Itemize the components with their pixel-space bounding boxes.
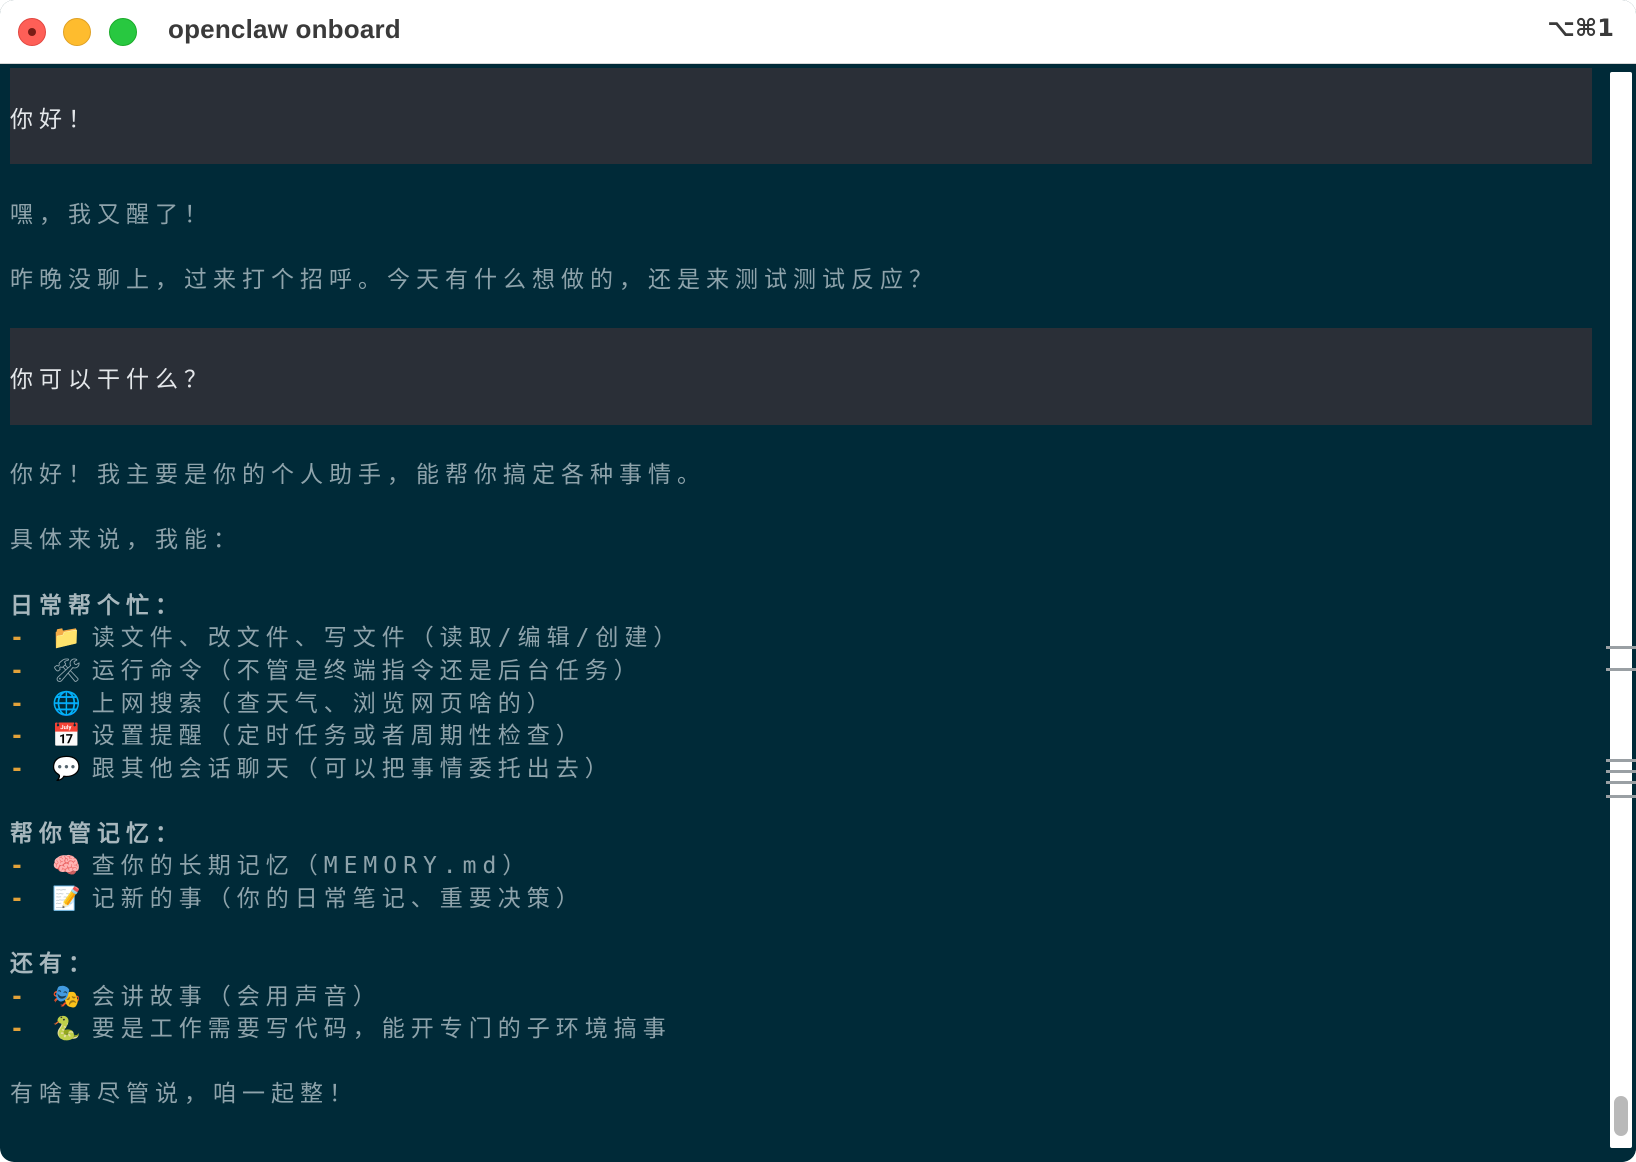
scrollbar-thumb[interactable] [1614,1096,1628,1136]
minimize-window-button[interactable] [63,18,91,46]
tools-icon: 🛠 [52,658,82,684]
list-item: - 🧠 查你的长期记忆（MEMORY.md） [10,851,531,881]
list-item: - 📁 读文件、改文件、写文件（读取/编辑/创建） [10,623,682,653]
bullet-dash: - [10,625,30,651]
speech-bubble-icon: 💬 [52,756,82,782]
calendar-icon: 📅 [52,723,82,749]
list-item: - 📝 记新的事（你的日常笔记、重要决策） [10,884,585,914]
title-bar: openclaw onboard ⌥⌘1 [0,0,1636,64]
close-dot-icon [28,28,36,36]
scroll-mark [1606,781,1636,784]
user-message: 你可以干什么？ [10,328,1592,425]
section-heading: 日常帮个忙： [10,593,184,619]
window-title: openclaw onboard [168,14,401,44]
list-item: - 🛠 运行命令（不管是终端指令还是后台任务） [10,656,643,686]
terminal-output[interactable]: 你好！ 嘿，我又醒了！ 昨晚没聊上，过来打个招呼。今天有什么想做的，还是来测试测… [0,64,1606,1162]
list-item-text: 会讲故事（会用声音） [91,984,382,1010]
reply-line: 你好！我主要是你的个人助手，能帮你搞定各种事情。 [10,462,706,488]
user-message-text: 你可以干什么？ [10,367,213,393]
list-item: - 🐍 要是工作需要写代码，能开专门的子环境搞事 [10,1014,672,1044]
list-item-text: 运行命令（不管是终端指令还是后台任务） [91,658,643,684]
list-item: - 🎭 会讲故事（会用声音） [10,982,382,1012]
reply-line: 嘿，我又醒了！ [10,202,213,228]
bullet-dash: - [10,756,30,782]
scroll-mark [1606,646,1636,649]
window-shortcut: ⌥⌘1 [1547,14,1614,42]
list-item: - 📅 设置提醒（定时任务或者周期性检查） [10,721,585,751]
section-heading: 还有： [10,951,97,977]
close-window-button[interactable] [18,18,46,46]
brain-icon: 🧠 [52,853,82,879]
reply-line: 具体来说，我能： [10,527,242,553]
list-item-text: 上网搜索（查天气、浏览网页啥的） [91,691,556,717]
section-heading: 帮你管记忆： [10,821,184,847]
scroll-mark [1606,795,1636,798]
reply-line: 昨晚没聊上，过来打个招呼。今天有什么想做的，还是来测试测试反应？ [10,267,938,293]
user-message-text: 你好！ [10,107,97,133]
memo-icon: 📝 [52,886,82,912]
list-item-text: 设置提醒（定时任务或者周期性检查） [91,723,585,749]
user-message: 你好！ [10,68,1592,164]
list-item-text: 要是工作需要写代码，能开专门的子环境搞事 [91,1016,672,1042]
bullet-dash: - [10,984,30,1010]
bullet-dash: - [10,723,30,749]
list-item: - 🌐 上网搜索（查天气、浏览网页啥的） [10,689,556,719]
list-item-text: 跟其他会话聊天（可以把事情委托出去） [91,756,614,782]
reply-line: 有啥事尽管说，咱一起整！ [10,1081,358,1107]
list-item-text: 记新的事（你的日常笔记、重要决策） [91,886,585,912]
theater-masks-icon: 🎭 [52,984,82,1010]
bullet-dash: - [10,886,30,912]
list-item-text: 查你的长期记忆（MEMORY.md） [91,853,532,879]
scrollbar-track[interactable] [1610,72,1632,1148]
scroll-mark [1606,770,1636,773]
list-item: - 💬 跟其他会话聊天（可以把事情委托出去） [10,754,614,784]
zoom-window-button[interactable] [109,18,137,46]
bullet-dash: - [10,853,30,879]
vertical-scrollbar[interactable] [1606,64,1636,1162]
scroll-mark [1606,759,1636,762]
bullet-dash: - [10,1016,30,1042]
terminal-window: openclaw onboard ⌥⌘1 你好！ 嘿，我又醒了！ 昨晚没聊上，过… [0,0,1636,1162]
snake-icon: 🐍 [52,1016,82,1042]
list-item-text: 读文件、改文件、写文件（读取/编辑/创建） [91,625,683,651]
bullet-dash: - [10,658,30,684]
globe-icon: 🌐 [52,691,82,717]
bullet-dash: - [10,691,30,717]
folder-icon: 📁 [52,625,82,651]
scroll-mark [1606,668,1636,671]
